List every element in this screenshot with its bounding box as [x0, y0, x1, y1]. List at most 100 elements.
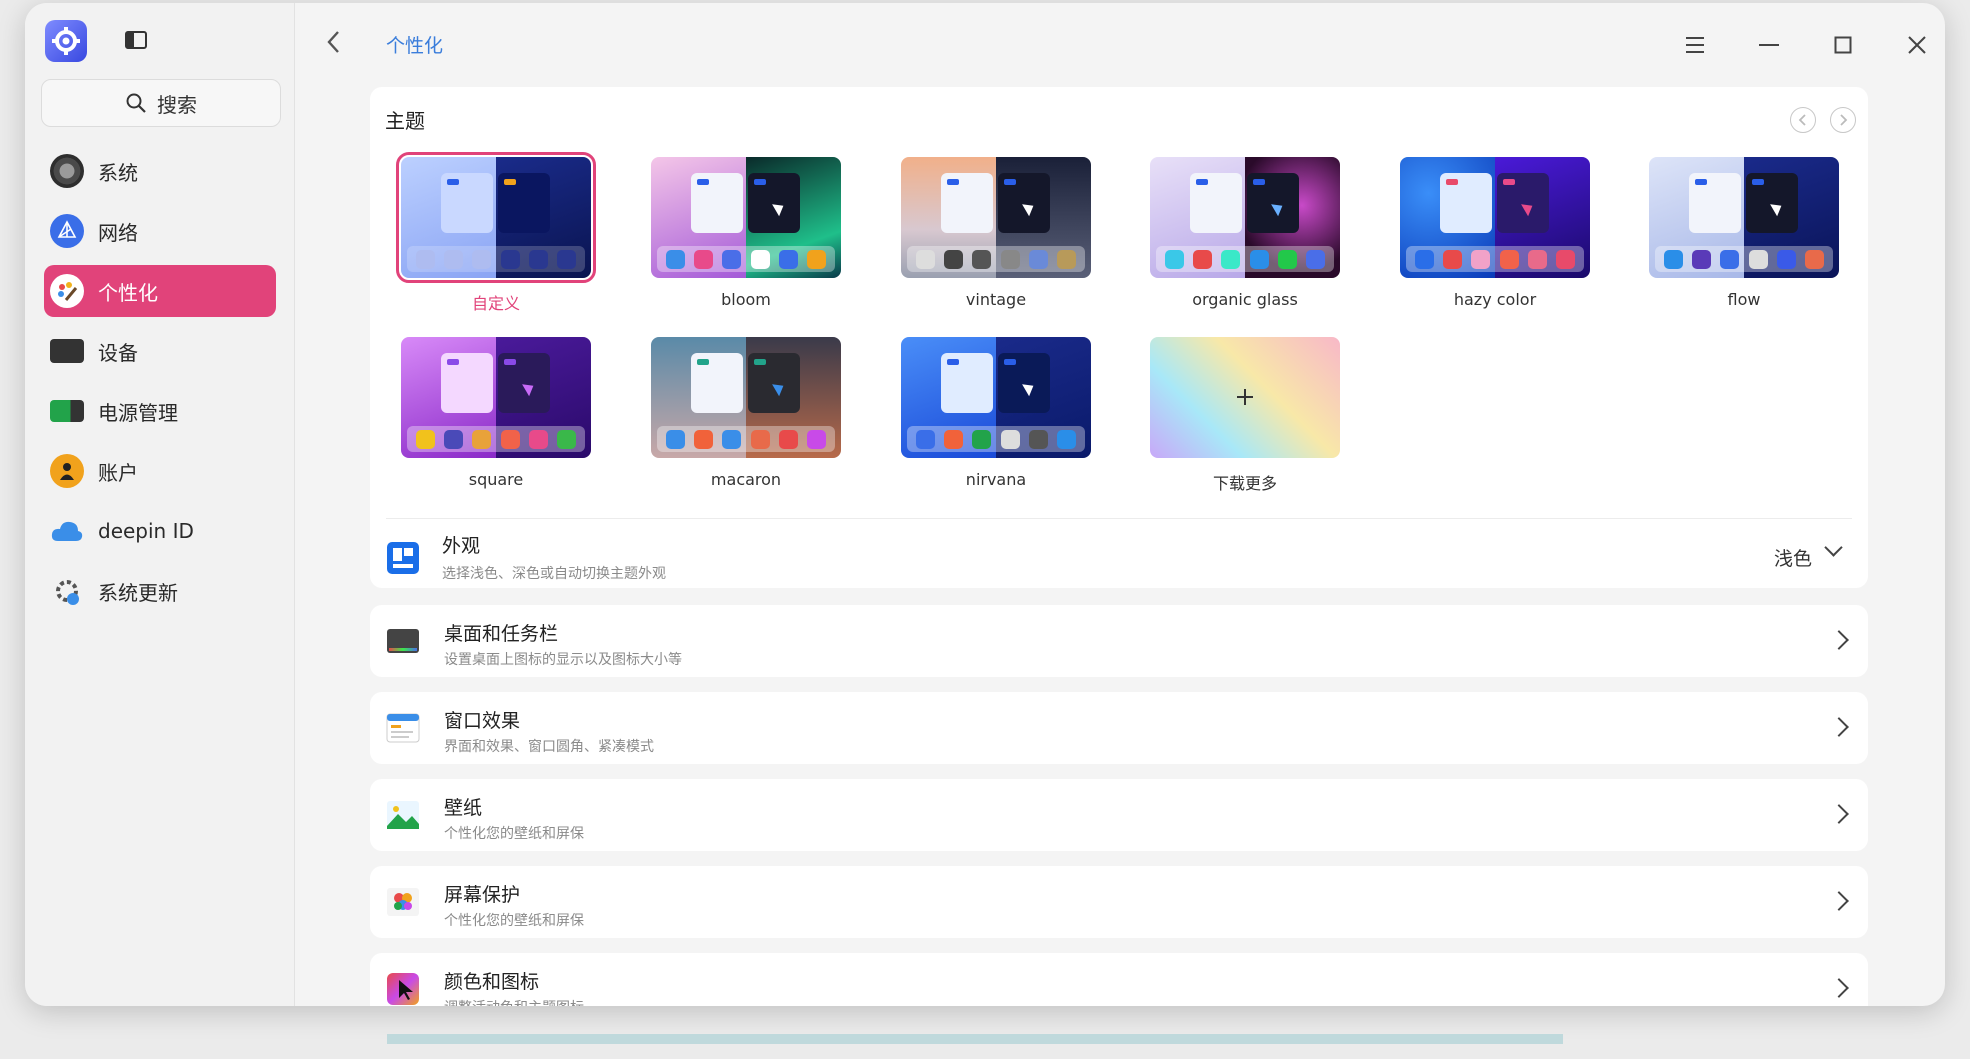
screensaver-icon: [387, 888, 419, 916]
theme-nirvana[interactable]: nirvana: [901, 337, 1091, 489]
settings-row-desktop-taskbar[interactable]: 桌面和任务栏 设置桌面上图标的显示以及图标大小等: [370, 605, 1868, 677]
sidebar-item-label: 系统更新: [98, 580, 178, 605]
chevron-down-icon[interactable]: [1824, 538, 1843, 557]
divider: [386, 518, 1852, 519]
sidebar-item-account[interactable]: 账户: [44, 445, 276, 497]
theme-label: 下载更多: [1212, 474, 1277, 493]
chevron-right-icon: [1829, 891, 1849, 911]
download-more-thumbnail: [1150, 337, 1340, 458]
sidebar-item-device[interactable]: 设备: [44, 325, 276, 377]
sidebar-item-label: deepin ID: [98, 519, 194, 543]
theme-thumbnail: [1649, 157, 1839, 278]
search-icon: [126, 93, 146, 113]
theme-macaron[interactable]: macaron: [651, 337, 841, 489]
row-title: 颜色和图标: [444, 971, 540, 993]
row-subtitle: 设置桌面上图标的显示以及图标大小等: [444, 652, 682, 668]
row-title: 窗口效果: [444, 710, 521, 732]
theme-label: vintage: [965, 290, 1027, 309]
appearance-icon: [387, 542, 419, 574]
row-title: 壁纸: [444, 797, 483, 819]
sidebar-item-label: 账户: [98, 460, 138, 485]
sidebar-item-label: 网络: [98, 220, 138, 245]
breadcrumb[interactable]: 个性化: [386, 31, 443, 58]
theme-square[interactable]: square: [401, 337, 591, 489]
theme-vintage[interactable]: vintage: [901, 157, 1091, 309]
network-icon: [50, 214, 84, 248]
settings-row-window-effect[interactable]: 窗口效果 界面和效果、窗口圆角、紧凑模式: [370, 692, 1868, 764]
theme-label: nirvana: [965, 470, 1027, 489]
theme-bloom[interactable]: bloom: [651, 157, 841, 309]
download-more-button[interactable]: 下载更多: [1150, 337, 1340, 494]
settings-window: 搜索 系统 网络 个性化 设备 电源管理 账户 deepin ID 系统更新 个…: [25, 3, 1945, 1006]
plus-icon: [1237, 389, 1253, 405]
settings-row-colors-icons[interactable]: 颜色和图标 调整活动色和主题图标: [370, 953, 1868, 1006]
personalization-icon: [50, 274, 84, 308]
settings-row-wallpaper[interactable]: 壁纸 个性化您的壁纸和屏保: [370, 779, 1868, 851]
close-icon[interactable]: [1897, 25, 1937, 65]
sidebar-item-label: 设备: [98, 340, 138, 365]
update-icon: [50, 574, 84, 608]
sidebar: 搜索 系统 网络 个性化 设备 电源管理 账户 deepin ID 系统更新: [25, 3, 295, 1006]
theme-thumbnail: [651, 157, 841, 278]
sidebar-item-label: 个性化: [98, 280, 158, 305]
row-subtitle: 调整活动色和主题图标: [444, 997, 584, 1006]
theme-custom[interactable]: 自定义: [396, 152, 596, 314]
sidebar-toggle-icon[interactable]: [125, 31, 147, 49]
wallpaper-icon: [387, 801, 419, 829]
sidebar-item-system[interactable]: 系统: [44, 145, 276, 197]
theme-flow[interactable]: flow: [1649, 157, 1839, 309]
theme-thumbnail: [901, 157, 1091, 278]
appearance-value[interactable]: 浅色: [1774, 544, 1812, 571]
sidebar-item-personalization[interactable]: 个性化: [44, 265, 276, 317]
row-title: 屏幕保护: [444, 884, 521, 906]
row-title: 桌面和任务栏: [444, 623, 559, 645]
theme-label: bloom: [721, 290, 771, 309]
sidebar-item-power[interactable]: 电源管理: [44, 385, 276, 437]
power-icon: [50, 400, 84, 422]
color-icon: [387, 973, 419, 1005]
taskbar-icon: [387, 629, 419, 653]
system-icon: [50, 154, 84, 188]
theme-label: 自定义: [471, 294, 520, 313]
theme-label: hazy color: [1453, 290, 1537, 309]
menu-icon[interactable]: [1675, 25, 1715, 65]
next-page-icon[interactable]: [1830, 107, 1856, 133]
row-subtitle: 个性化您的壁纸和屏保: [444, 913, 584, 929]
theme-thumbnail: [401, 337, 591, 458]
theme-thumbnail: [1400, 157, 1590, 278]
main-content: 个性化 主题 自定义 bloom vintage organic glass h…: [296, 3, 1945, 1006]
prev-page-icon[interactable]: [1790, 107, 1816, 133]
appearance-title: 外观: [442, 535, 481, 557]
window-effect-icon: [386, 713, 420, 743]
sidebar-item-label: 系统: [98, 160, 138, 185]
settings-row-screensaver[interactable]: 屏幕保护 个性化您的壁纸和屏保: [370, 866, 1868, 938]
account-icon: [50, 454, 84, 488]
sidebar-item-label: 电源管理: [98, 400, 178, 425]
row-subtitle: 个性化您的壁纸和屏保: [444, 826, 584, 842]
sidebar-item-deepin-id[interactable]: deepin ID: [44, 505, 276, 557]
row-subtitle: 界面和效果、窗口圆角、紧凑模式: [444, 739, 654, 755]
theme-label: flow: [1727, 290, 1761, 309]
theme-label: organic glass: [1192, 290, 1298, 309]
back-icon[interactable]: [322, 29, 346, 55]
search-input[interactable]: 搜索: [41, 79, 281, 127]
sidebar-item-network[interactable]: 网络: [44, 205, 276, 257]
theme-hazy-color[interactable]: hazy color: [1400, 157, 1590, 309]
search-placeholder: 搜索: [157, 92, 197, 117]
chevron-right-icon: [1829, 717, 1849, 737]
theme-organic-glass[interactable]: organic glass: [1150, 157, 1340, 309]
sidebar-nav: 系统 网络 个性化 设备 电源管理 账户 deepin ID 系统更新: [44, 145, 276, 625]
titlebar: 个性化: [296, 3, 1945, 83]
theme-section-title: 主题: [385, 109, 425, 133]
settings-app-icon: [45, 20, 87, 62]
maximize-icon[interactable]: [1823, 25, 1863, 65]
theme-label: square: [468, 470, 524, 489]
theme-thumbnail: [396, 152, 596, 283]
background-toolbar: [387, 1034, 1563, 1044]
minimize-icon[interactable]: [1749, 25, 1789, 65]
theme-thumbnail: [901, 337, 1091, 458]
chevron-right-icon: [1829, 630, 1849, 650]
cloud-icon: [50, 514, 84, 548]
sidebar-item-update[interactable]: 系统更新: [44, 565, 276, 617]
device-icon: [50, 339, 84, 363]
